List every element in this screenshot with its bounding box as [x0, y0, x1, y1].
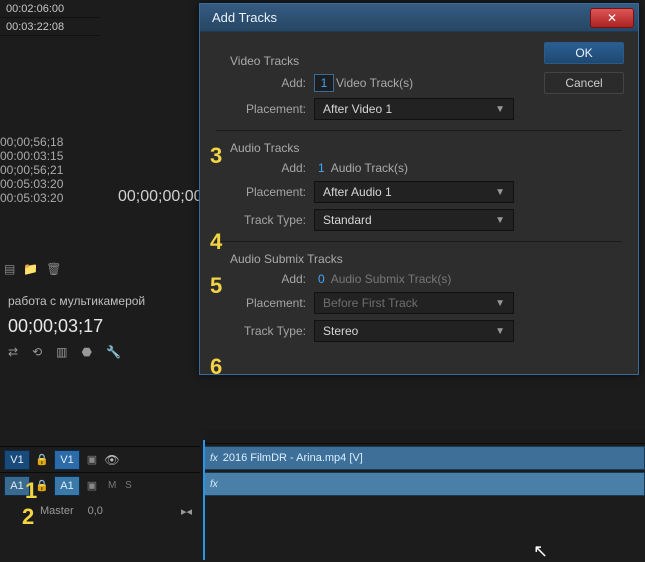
tracktype-label: Track Type:	[216, 213, 306, 227]
audio-add-suffix: Audio Track(s)	[331, 161, 408, 175]
divider	[216, 130, 622, 131]
add-label: Add:	[216, 272, 306, 286]
mute-solo-label[interactable]: M S	[108, 480, 135, 491]
audio-track-row[interactable]: A1 🔒 A1 ▣ M S	[0, 472, 200, 498]
wrench-icon[interactable]: 🔧	[106, 345, 121, 359]
video-placement-dropdown[interactable]: After Video 1 ▼	[314, 98, 514, 120]
timecode: 00:05:03:20	[0, 191, 100, 205]
dropdown-value: Standard	[323, 213, 372, 227]
dropdown-value: Before First Track	[323, 296, 418, 310]
project-item-list-top: 00:02:06:00 00:03:22:08	[0, 0, 100, 36]
dialog-titlebar[interactable]: Add Tracks ✕	[200, 4, 638, 32]
marker-icon[interactable]: ⬣	[81, 345, 91, 359]
placement-label: Placement:	[216, 185, 306, 199]
close-icon: ✕	[607, 11, 617, 25]
trash-icon[interactable]: 🗑	[46, 262, 61, 276]
placement-label: Placement:	[216, 296, 306, 310]
mouse-cursor-icon: ↖	[533, 541, 548, 562]
target-a1-button[interactable]: A1	[54, 476, 80, 496]
submix-tracks-heading: Audio Submix Tracks	[230, 252, 622, 266]
lock-icon[interactable]: 🔒	[34, 453, 50, 466]
video-clip[interactable]: fx 2016 FilmDR - Arina.mp4 [V]	[204, 446, 645, 470]
master-value[interactable]: 0,0	[88, 505, 103, 517]
list-view-icon[interactable]: ▤	[4, 262, 15, 276]
timecode: 00;00;56;18	[0, 135, 100, 149]
chevron-down-icon: ▼	[495, 104, 505, 115]
collapse-icon[interactable]: ▸◂	[181, 505, 192, 518]
submix-placement-dropdown: Before First Track ▼	[314, 292, 514, 314]
folder-icon[interactable]: 📁	[23, 262, 38, 276]
source-a1-button[interactable]: A1	[4, 476, 30, 496]
ok-button[interactable]: OK	[544, 42, 624, 64]
tracktype-label: Track Type:	[216, 324, 306, 338]
timeline[interactable]: fx 2016 FilmDR - Arina.mp4 [V] fx	[204, 430, 645, 496]
submix-add-suffix: Audio Submix Track(s)	[331, 272, 452, 286]
source-timecode: 00;00;00;00	[118, 188, 203, 206]
submix-tracktype-dropdown[interactable]: Stereo ▼	[314, 320, 514, 342]
audio-placement-dropdown[interactable]: After Audio 1 ▼	[314, 181, 514, 203]
snap-icon[interactable]: ⇄	[8, 345, 18, 359]
cancel-button[interactable]: Cancel	[544, 72, 624, 94]
chevron-down-icon: ▼	[495, 326, 505, 337]
close-button[interactable]: ✕	[590, 8, 634, 28]
master-label: Master	[40, 505, 74, 517]
submix-add-value[interactable]: 0	[318, 272, 325, 286]
clip-label: 2016 FilmDR - Arina.mp4 [V]	[223, 452, 363, 464]
placement-label: Placement:	[216, 102, 306, 116]
add-label: Add:	[216, 161, 306, 175]
master-track-row[interactable]: Master 0,0 ▸◂	[0, 498, 200, 524]
dropdown-value: After Audio 1	[323, 185, 392, 199]
divider	[216, 241, 622, 242]
multicam-panel: работа с мультикамерой 00;00;03;17 ⇄ ⟲ ▥…	[0, 288, 195, 365]
source-v1-button[interactable]: V1	[4, 450, 30, 470]
video-add-input[interactable]	[314, 74, 334, 92]
video-add-suffix: Video Track(s)	[336, 76, 413, 90]
track-output-icon[interactable]: ▣	[84, 479, 100, 492]
fx-badge[interactable]: fx	[210, 479, 218, 490]
dropdown-value: Stereo	[323, 324, 358, 338]
timecode: 00:02:06:00	[0, 0, 100, 18]
project-item-list: 00;00;56;18 00:00:03:15 00;00;56;21 00:0…	[0, 135, 100, 205]
timecode: 00:05:03:20	[0, 177, 100, 191]
chevron-down-icon: ▼	[495, 215, 505, 226]
link-icon[interactable]: ⟲	[32, 345, 42, 359]
timecode: 00;00;56;21	[0, 163, 100, 177]
fx-badge[interactable]: fx	[210, 453, 218, 464]
video-track-row[interactable]: V1 🔒 V1 ▣ 👁	[0, 446, 200, 472]
audio-tracks-heading: Audio Tracks	[230, 141, 622, 155]
markers-icon[interactable]: ▥	[56, 345, 67, 359]
audio-add-value[interactable]: 1	[318, 161, 325, 175]
timecode: 00:00:03:15	[0, 149, 100, 163]
lock-icon[interactable]: 🔒	[34, 479, 50, 492]
add-label: Add:	[216, 76, 306, 90]
audio-tracktype-dropdown[interactable]: Standard ▼	[314, 209, 514, 231]
project-footer-icons: ▤ 📁 🗑	[4, 262, 62, 276]
target-v1-button[interactable]: V1	[54, 450, 80, 470]
timecode: 00:03:22:08	[0, 18, 100, 36]
panel-title: работа с мультикамерой	[0, 288, 195, 314]
audio-clip[interactable]: fx	[204, 472, 645, 496]
timeline-toolbar: ⇄ ⟲ ▥ ⬣ 🔧	[0, 339, 195, 365]
dialog-title: Add Tracks	[212, 10, 277, 25]
time-ruler[interactable]	[204, 430, 645, 444]
dropdown-value: After Video 1	[323, 102, 392, 116]
track-headers: V1 🔒 V1 ▣ 👁 A1 🔒 A1 ▣ M S Master 0,0 ▸◂	[0, 446, 200, 524]
sequence-timecode[interactable]: 00;00;03;17	[0, 314, 195, 339]
eye-icon[interactable]: 👁	[104, 453, 120, 467]
playhead[interactable]	[203, 440, 205, 560]
chevron-down-icon: ▼	[495, 298, 505, 309]
add-tracks-dialog: Add Tracks ✕ OK Cancel Video Tracks Add:…	[199, 3, 639, 375]
track-output-icon[interactable]: ▣	[84, 453, 100, 466]
chevron-down-icon: ▼	[495, 187, 505, 198]
